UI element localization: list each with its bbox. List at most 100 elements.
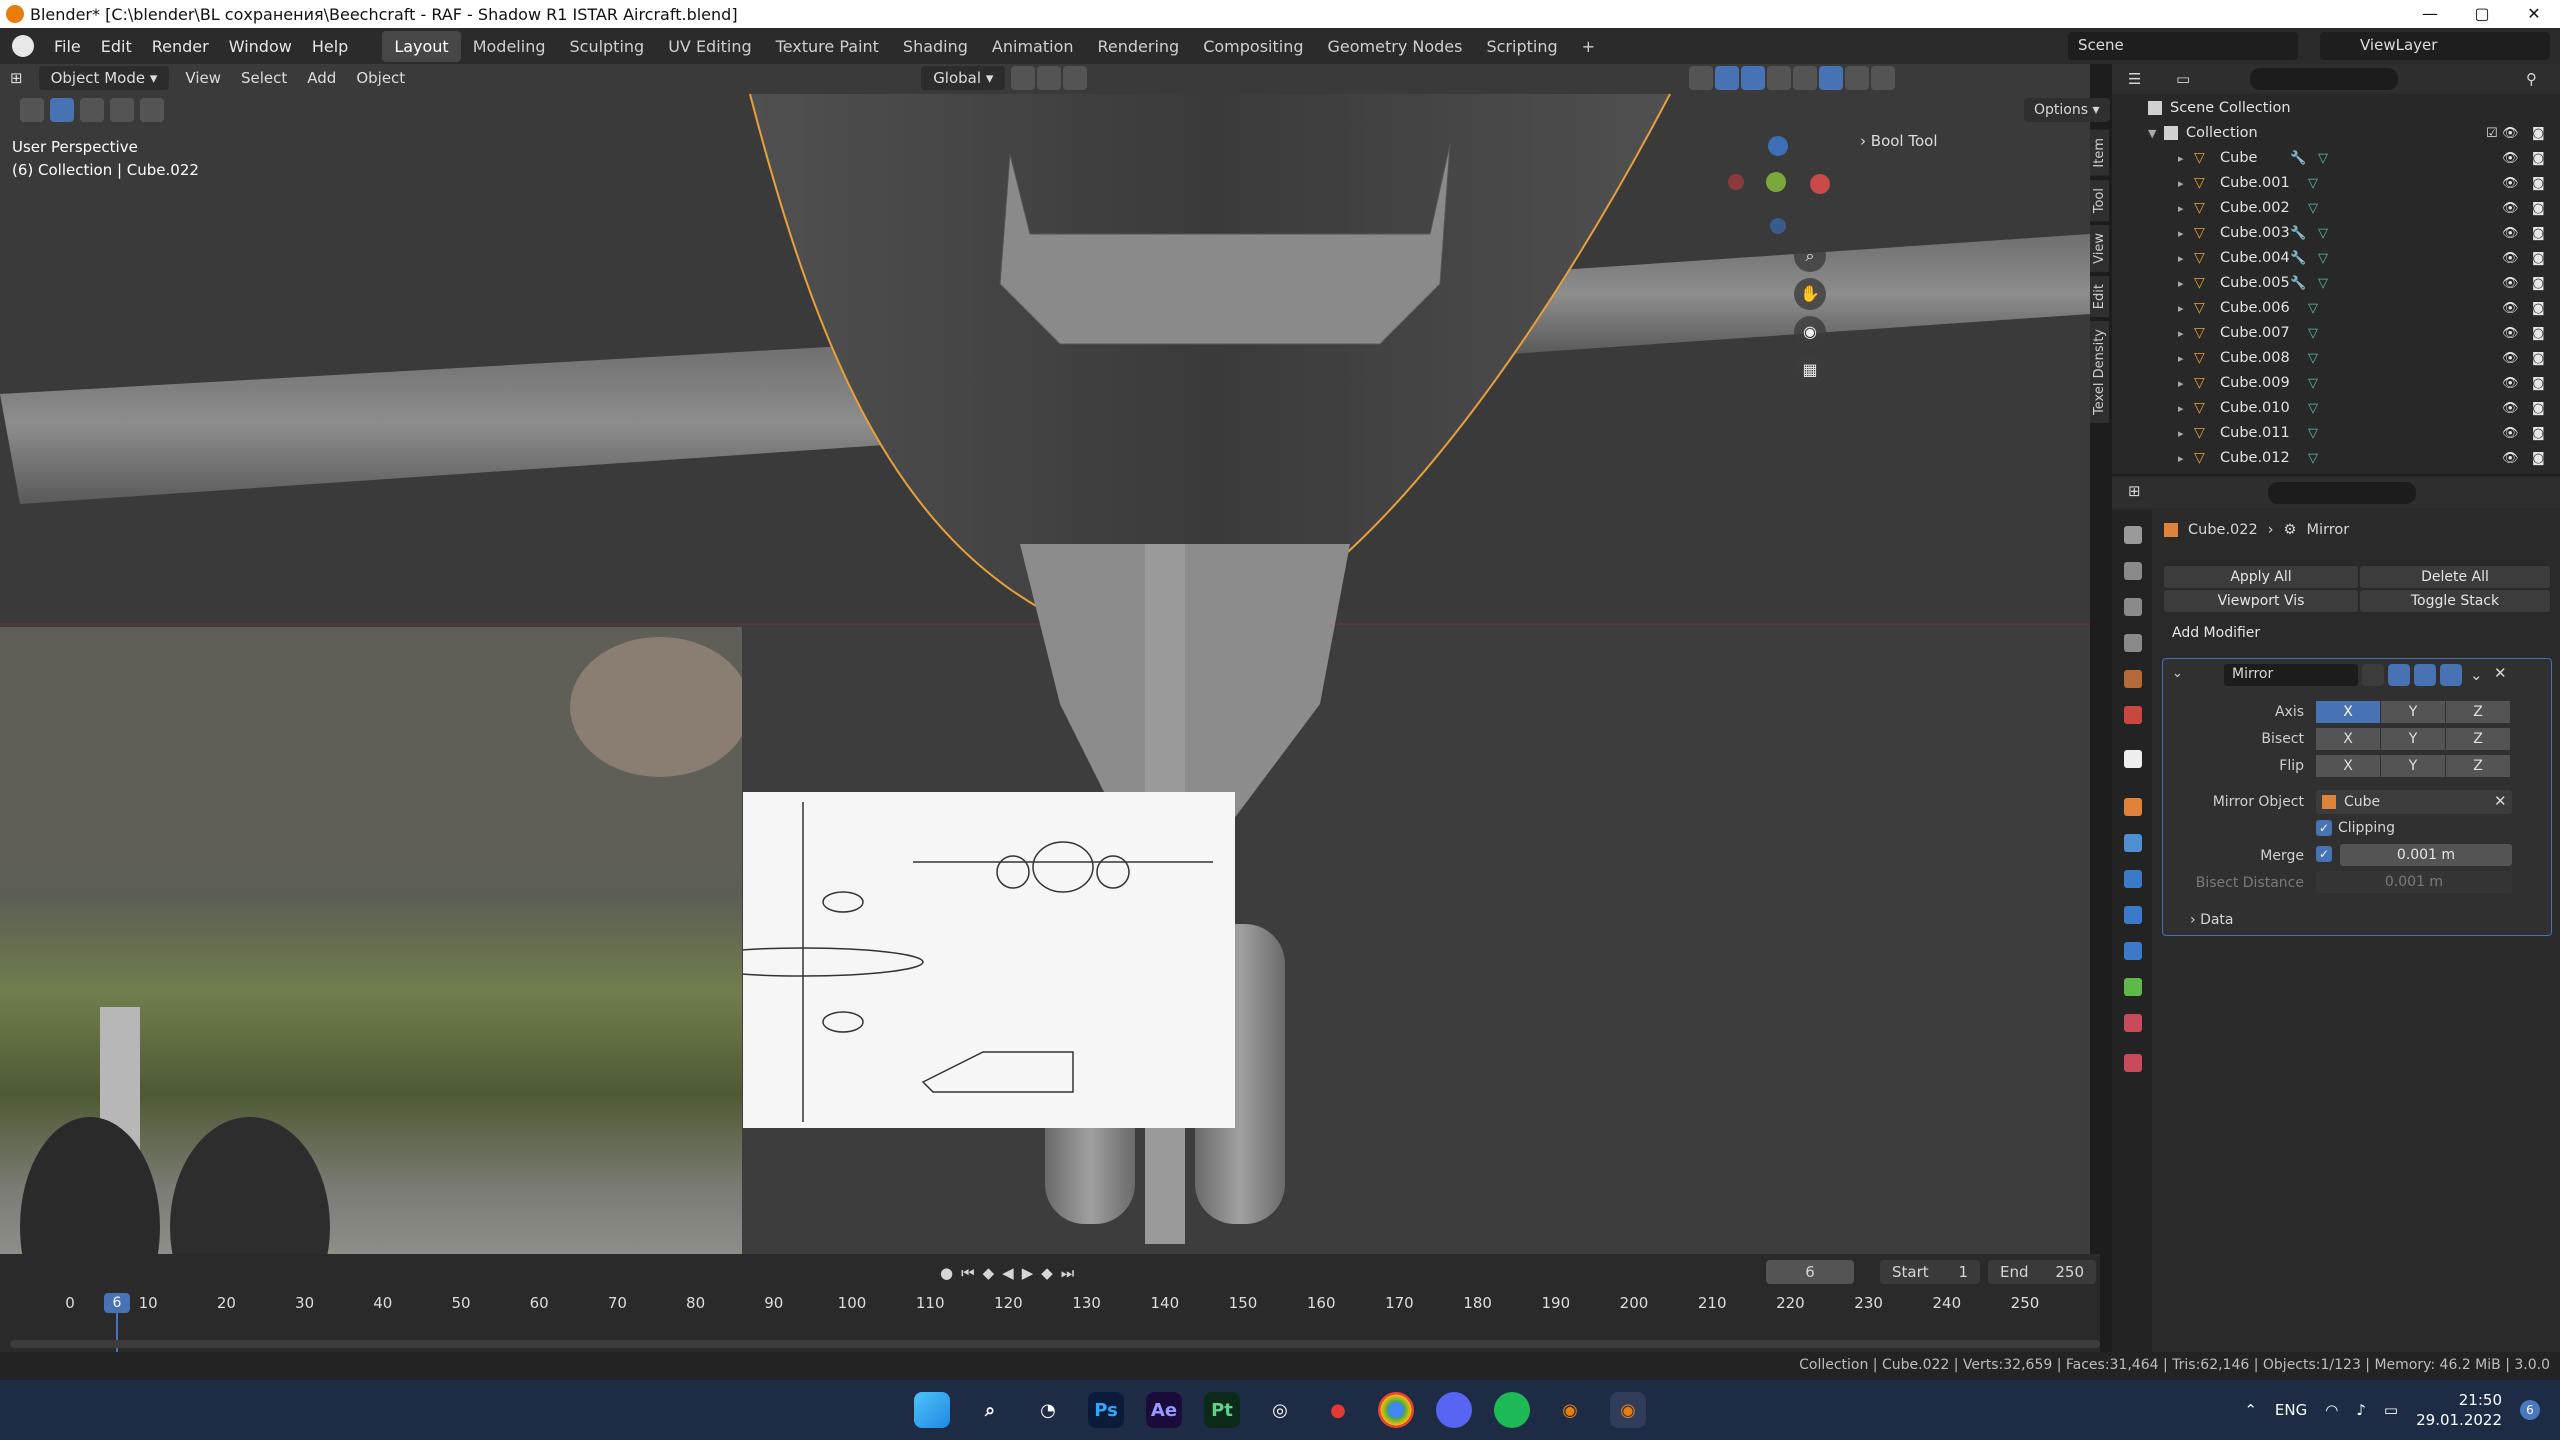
eye-icon[interactable]: 👁 xyxy=(2502,421,2519,446)
tray-chevron-icon[interactable]: ⌃ xyxy=(2244,1401,2257,1419)
bisect-x-toggle[interactable]: X xyxy=(2316,728,2380,750)
eye-icon[interactable]: 👁 xyxy=(2502,371,2519,396)
maximize-button[interactable]: ▢ xyxy=(2456,0,2508,28)
after-effects-icon[interactable]: Ae xyxy=(1146,1392,1182,1428)
gizmo-x-icon[interactable] xyxy=(1810,174,1830,194)
outliner-object-row[interactable]: ▸ ▽ Cube.004 🔧 ▽ 👁 ◙ xyxy=(2112,246,2560,271)
playhead[interactable]: 6 xyxy=(104,1293,130,1313)
expand-triangle-icon[interactable]: ▸ xyxy=(2178,296,2184,321)
start-menu-icon[interactable] xyxy=(914,1392,950,1428)
outliner-editor-icon[interactable]: ☰ xyxy=(2128,70,2141,88)
tab-uv-editing[interactable]: UV Editing xyxy=(656,31,763,62)
outliner-object-row[interactable]: ▸ ▽ Cube.009 ▽ 👁 ◙ xyxy=(2112,371,2560,396)
camera-icon[interactable]: ◙ xyxy=(2532,121,2545,146)
mode-dropdown[interactable]: Object Mode ▾ xyxy=(38,66,170,90)
tab-compositing[interactable]: Compositing xyxy=(1191,31,1315,62)
realtime-toggle-icon[interactable] xyxy=(2414,664,2436,686)
outliner-object-row[interactable]: ▸ ▽ Cube.010 ▽ 👁 ◙ xyxy=(2112,396,2560,421)
expand-triangle-icon[interactable]: ▸ xyxy=(2178,421,2184,446)
mesh-data-icon[interactable]: ▽ xyxy=(2318,221,2328,246)
properties-search-input[interactable] xyxy=(2268,482,2416,504)
expand-triangle-icon[interactable]: ▸ xyxy=(2178,371,2184,396)
select-extend-icon[interactable] xyxy=(80,98,104,122)
tab-item[interactable]: Item xyxy=(2090,130,2109,176)
bool-tool-panel[interactable]: › Bool Tool xyxy=(1860,132,1938,150)
current-frame-field[interactable]: 6 xyxy=(1766,1260,1854,1284)
output-tab-icon[interactable] xyxy=(2124,598,2142,616)
bisect-z-toggle[interactable]: Z xyxy=(2446,728,2510,750)
object-tab-icon[interactable] xyxy=(2124,798,2142,816)
menu-edit[interactable]: Edit xyxy=(91,37,142,56)
expand-triangle-icon[interactable]: ▸ xyxy=(2178,446,2184,471)
viewport-menu-add[interactable]: Add xyxy=(297,66,346,90)
view-layer-tab-icon[interactable] xyxy=(2124,634,2142,652)
outliner-object-row[interactable]: ▸ ▽ Cube 🔧 ▽ 👁 ◙ xyxy=(2112,146,2560,171)
tab-shading[interactable]: Shading xyxy=(891,31,980,62)
tab-animation[interactable]: Animation xyxy=(980,31,1086,62)
expand-triangle-icon[interactable]: ▸ xyxy=(2178,321,2184,346)
material-tab-icon[interactable] xyxy=(2124,1014,2142,1032)
pan-hand-icon[interactable]: ✋ xyxy=(1794,278,1826,310)
play-icon[interactable]: ▶ xyxy=(1022,1264,1034,1282)
select-invert-icon[interactable] xyxy=(140,98,164,122)
constraints-tab-icon[interactable] xyxy=(2124,942,2142,960)
eye-icon[interactable]: 👁 xyxy=(2502,146,2519,171)
gizmo-toggle-icon[interactable] xyxy=(1715,66,1740,90)
menu-render[interactable]: Render xyxy=(142,37,219,56)
expand-triangle-icon[interactable]: ▸ xyxy=(2178,196,2184,221)
eye-icon[interactable]: 👁 xyxy=(2502,346,2519,371)
eye-icon[interactable]: 👁 xyxy=(2502,446,2519,471)
camera-app-icon[interactable]: ◎ xyxy=(1262,1392,1298,1428)
mirror-object-field[interactable]: Cube xyxy=(2316,790,2512,814)
mesh-data-icon[interactable]: ▽ xyxy=(2308,196,2318,221)
merge-checkbox[interactable]: ✓ xyxy=(2316,846,2332,862)
delete-all-button[interactable]: Delete All xyxy=(2360,566,2550,588)
viewport-menu-select[interactable]: Select xyxy=(231,66,297,90)
clear-mirror-object-icon[interactable]: ✕ xyxy=(2494,792,2507,810)
properties-editor-icon[interactable]: ⊞ xyxy=(2128,482,2141,500)
apply-all-button[interactable]: Apply All xyxy=(2164,566,2358,588)
clock[interactable]: 21:50 29.01.2022 xyxy=(2416,1390,2502,1430)
mesh-data-icon[interactable]: ▽ xyxy=(2308,396,2318,421)
mesh-data-icon[interactable]: ▽ xyxy=(2308,421,2318,446)
tab-modeling[interactable]: Modeling xyxy=(461,31,558,62)
outliner-object-row[interactable]: ▸ ▽ Cube.001 ▽ 👁 ◙ xyxy=(2112,171,2560,196)
gizmo-neg-z-icon[interactable] xyxy=(1770,218,1786,234)
toggle-stack-button[interactable]: Toggle Stack xyxy=(2360,590,2550,612)
language-indicator[interactable]: ENG xyxy=(2275,1401,2307,1419)
select-subtract-icon[interactable] xyxy=(110,98,134,122)
substance-painter-icon[interactable]: Pt xyxy=(1204,1392,1240,1428)
camera-icon[interactable]: ◙ xyxy=(2532,421,2545,446)
scene-tab-icon[interactable] xyxy=(2124,670,2142,688)
modifier-wrench-icon[interactable]: 🔧 xyxy=(2290,146,2306,171)
mesh-data-icon[interactable]: ▽ xyxy=(2318,271,2328,296)
render-toggle-icon[interactable] xyxy=(2440,664,2462,686)
camera-icon[interactable]: ◙ xyxy=(2532,296,2545,321)
mesh-data-icon[interactable]: ▽ xyxy=(2308,446,2318,471)
collapse-triangle-icon[interactable]: ▼ xyxy=(2148,121,2156,146)
eye-icon[interactable]: 👁 xyxy=(2502,271,2519,296)
remove-modifier-icon[interactable]: ✕ xyxy=(2494,664,2507,682)
options-dropdown[interactable]: Options ▾ xyxy=(2024,98,2110,122)
timeline-ruler[interactable]: 0 10 20 30 40 50 60 70 80 90 100 110 120 130 140 150 160… xyxy=(0,1290,2120,1318)
zoom-icon[interactable]: ⌕ xyxy=(1794,240,1826,272)
mesh-data-icon[interactable]: ▽ xyxy=(2318,146,2328,171)
camera-icon[interactable]: ◙ xyxy=(2532,371,2545,396)
editor-type-icon[interactable]: ⊞ xyxy=(0,66,33,90)
camera-view-icon[interactable]: ◉ xyxy=(1794,316,1826,348)
clipping-checkbox[interactable]: ✓ xyxy=(2316,820,2332,836)
outliner-object-row[interactable]: ▸ ▽ Cube.012 ▽ 👁 ◙ xyxy=(2112,446,2560,471)
mesh-data-icon[interactable]: ▽ xyxy=(2308,346,2318,371)
menu-window[interactable]: Window xyxy=(219,37,302,56)
outliner-object-row[interactable]: ▸ ▽ Cube.011 ▽ 👁 ◙ xyxy=(2112,421,2560,446)
modifier-collapse-icon[interactable]: ⌄ xyxy=(2172,666,2183,681)
photoshop-icon[interactable]: Ps xyxy=(1088,1392,1124,1428)
eye-icon[interactable]: 👁 xyxy=(2502,171,2519,196)
expand-triangle-icon[interactable]: ▸ xyxy=(2178,171,2184,196)
record-icon[interactable]: ● xyxy=(940,1264,953,1282)
mesh-data-icon[interactable]: ▽ xyxy=(2308,321,2318,346)
scene-collection-row[interactable]: Scene Collection xyxy=(2112,96,2560,121)
modifier-wrench-icon[interactable]: 🔧 xyxy=(2290,221,2306,246)
editmode-toggle-icon[interactable] xyxy=(2388,664,2410,686)
tab-edit[interactable]: Edit xyxy=(2090,275,2109,317)
